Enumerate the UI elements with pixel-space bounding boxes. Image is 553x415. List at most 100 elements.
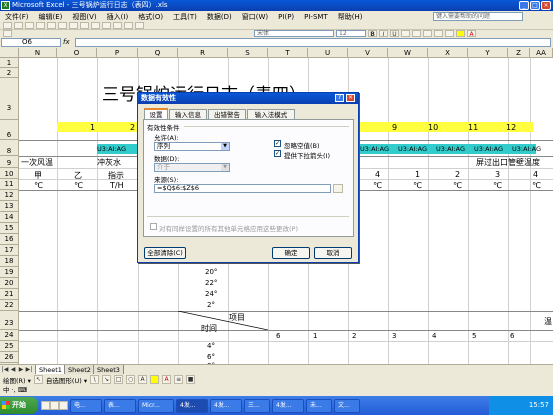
allow-select[interactable]: 序列 ▼ (154, 142, 230, 151)
tab-ime-mode[interactable]: 输入法模式 (247, 109, 295, 119)
preview-icon[interactable] (47, 22, 56, 29)
textbox-icon[interactable]: A (138, 375, 148, 384)
line-icon[interactable]: \ (90, 375, 100, 384)
taskbar-item[interactable]: 未... (306, 398, 332, 413)
col-header[interactable]: U (308, 48, 348, 58)
code-cell[interactable]: U3:AI:AG (512, 145, 541, 153)
align-center-icon[interactable] (412, 30, 421, 37)
next-sheet-icon[interactable]: ▶ (17, 366, 25, 374)
cell-label[interactable]: 指示 (108, 170, 124, 181)
cell-value[interactable]: 6 (276, 332, 280, 340)
row-header[interactable]: 12 (0, 190, 19, 201)
col-header[interactable]: P (97, 48, 138, 58)
border-icon[interactable] (445, 30, 454, 37)
cell-value[interactable]: 4 (432, 332, 436, 340)
cell-value[interactable]: 3 (392, 332, 396, 340)
code-cell[interactable]: U3:AI:AG (436, 145, 465, 153)
font-size-select[interactable]: 12 (336, 30, 366, 37)
redo-icon[interactable] (102, 22, 111, 29)
bold-icon[interactable]: B (368, 30, 377, 38)
menu-view[interactable]: 视图(V) (67, 12, 101, 22)
arrow-icon[interactable]: ↘ (102, 375, 112, 384)
col-header[interactable]: S (228, 48, 268, 58)
code-cell[interactable]: U3:AI:AG (97, 145, 126, 153)
prev-sheet-icon[interactable]: ◀ (9, 366, 17, 374)
row-header[interactable]: 22 (0, 300, 19, 311)
clock[interactable]: 15:57 (529, 401, 549, 409)
new-icon[interactable] (3, 22, 12, 29)
cell-value[interactable]: 6 (510, 332, 514, 340)
col-header[interactable]: V (348, 48, 388, 58)
rectangle-icon[interactable]: □ (114, 375, 124, 384)
chevron-down-icon[interactable]: ▼ (221, 164, 229, 171)
dropdown-checkbox[interactable]: ✓ (274, 150, 281, 157)
shadow-icon[interactable]: ■ (186, 375, 196, 384)
oval-icon[interactable]: ○ (126, 375, 136, 384)
cell-value[interactable]: 1 (313, 332, 317, 340)
col-header[interactable]: X (428, 48, 468, 58)
dialog-help-button[interactable]: ? (335, 94, 344, 102)
line-style-icon[interactable]: ≡ (174, 375, 184, 384)
cell-unit[interactable]: ℃ (34, 181, 43, 190)
cell-time[interactable]: 24° (205, 290, 217, 298)
row-header[interactable]: 10 (0, 168, 19, 179)
row-header[interactable]: 17 (0, 245, 19, 256)
fx-icon[interactable]: fx (63, 37, 70, 48)
quicklaunch-icon[interactable] (50, 401, 59, 410)
row-header[interactable]: 24 (0, 330, 19, 341)
row-header[interactable]: 20 (0, 278, 19, 289)
data-select[interactable]: 介于 ▼ (154, 163, 230, 172)
row-header[interactable]: 6 (0, 120, 19, 140)
cell-r6[interactable]: 2 (130, 123, 135, 132)
cell-value[interactable]: 4 (375, 170, 380, 179)
menu-format[interactable]: 格式(O) (133, 12, 168, 22)
quicklaunch-icon[interactable] (59, 401, 68, 410)
taskbar-item[interactable]: 4发... (210, 398, 242, 413)
select-all-corner[interactable] (0, 48, 19, 58)
cell-time[interactable]: 6° (207, 353, 215, 361)
tab-error-alert[interactable]: 出错警告 (208, 109, 246, 119)
menu-insert[interactable]: 插入(I) (102, 12, 134, 22)
taskbar-item[interactable]: 电... (70, 398, 102, 413)
chart-icon[interactable] (135, 22, 144, 29)
col-header[interactable]: T (268, 48, 308, 58)
col-header[interactable]: W (388, 48, 428, 58)
merge-icon[interactable] (434, 30, 443, 37)
col-header[interactable]: N (19, 48, 57, 58)
col-header[interactable]: R (178, 48, 228, 58)
menu-edit[interactable]: 编辑(E) (34, 12, 68, 22)
cell-time[interactable]: 2° (207, 301, 215, 309)
sort-asc-icon[interactable] (124, 22, 133, 29)
cell-value[interactable]: 2 (455, 170, 460, 179)
row-header[interactable]: 25 (0, 341, 19, 352)
cell-label[interactable]: 冲灰水 (97, 157, 121, 168)
cancel-button[interactable]: 取消 (314, 247, 352, 259)
font-name-select[interactable]: 宋体 (254, 30, 334, 37)
underline-icon[interactable]: U (390, 30, 399, 38)
code-cell[interactable]: U3:AI:AG (474, 145, 503, 153)
row-header[interactable]: 14 (0, 212, 19, 223)
row-header[interactable]: 9 (0, 156, 19, 168)
cell-r6[interactable]: 1 (90, 123, 95, 132)
menu-data[interactable]: 数据(D) (202, 12, 237, 22)
start-button[interactable]: 开始 (0, 397, 38, 414)
cell-r6[interactable]: 10 (428, 123, 438, 132)
font-color-icon[interactable]: A (162, 375, 172, 384)
row-header[interactable]: 11 (0, 179, 19, 190)
ignore-blank-checkbox[interactable]: ✓ (274, 140, 281, 147)
row-header[interactable]: 19 (0, 267, 19, 278)
cell-label[interactable]: 一次风温 (21, 157, 53, 168)
taskbar-item[interactable]: 三... (244, 398, 270, 413)
cell-label[interactable]: 乙 (74, 170, 82, 181)
cell-label[interactable]: 温 (544, 316, 552, 327)
taskbar-item[interactable]: 表... (104, 398, 136, 413)
draw-menu[interactable]: 绘图(R) ▾ (3, 375, 31, 385)
row-header[interactable]: 15 (0, 223, 19, 234)
row-header[interactable]: 2 (0, 68, 19, 78)
maximize-button[interactable]: □ (530, 1, 540, 10)
select-objects-icon[interactable]: ↖ (33, 375, 43, 384)
cut-icon[interactable] (58, 22, 67, 29)
cell-unit[interactable]: ℃ (453, 181, 462, 190)
menu-help[interactable]: 帮助(H) (333, 12, 368, 22)
align-left-icon[interactable] (401, 30, 410, 37)
